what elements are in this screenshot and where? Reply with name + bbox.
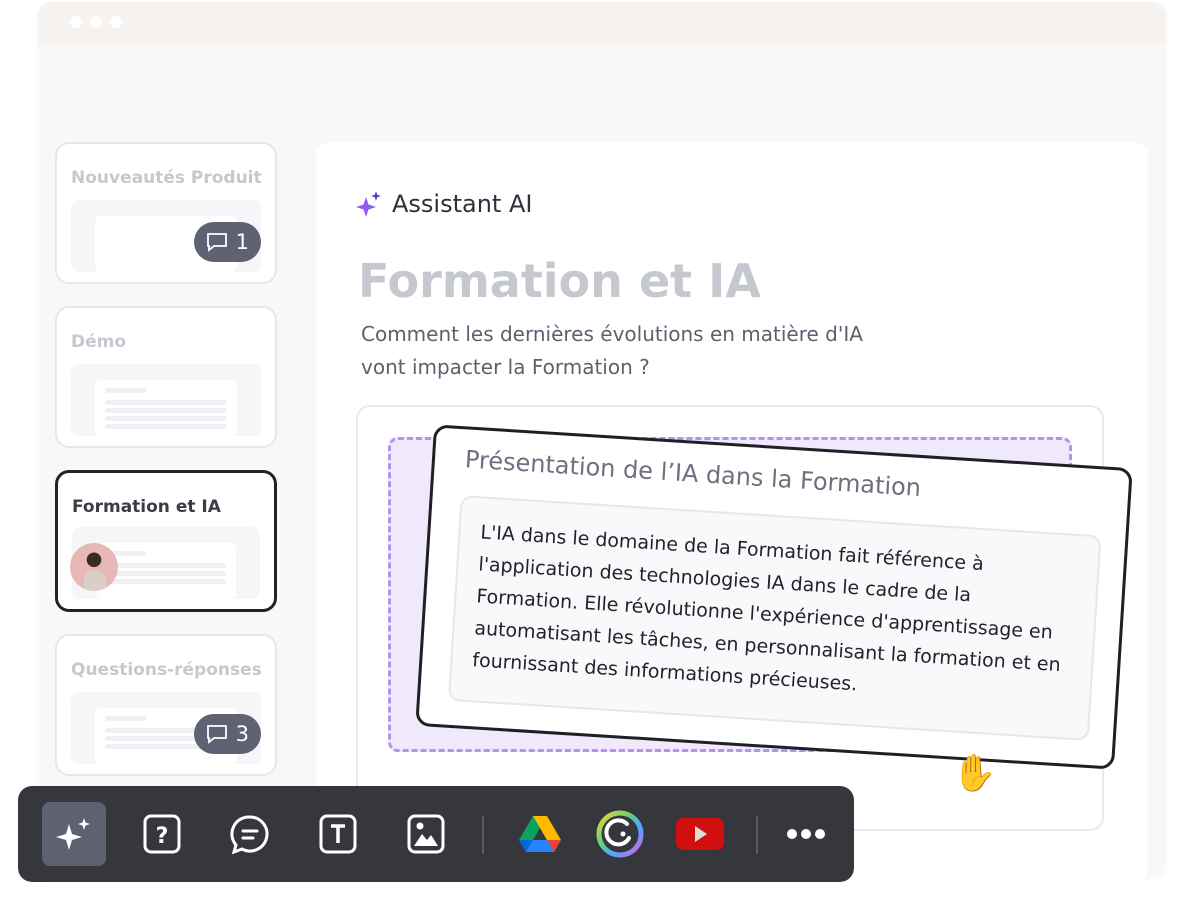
- chat-button[interactable]: [218, 802, 282, 866]
- slide-thumbnail-demo[interactable]: Démo: [55, 306, 277, 448]
- comment-badge[interactable]: 1: [193, 222, 261, 262]
- slide-title[interactable]: Formation et IA: [358, 254, 761, 308]
- comment-icon: [206, 233, 227, 252]
- youtube-icon: [676, 818, 724, 850]
- svg-text:?: ?: [156, 824, 169, 849]
- app-circle-icon: [596, 810, 644, 858]
- slide-subtitle[interactable]: Comment les dernières évolutions en mati…: [361, 318, 921, 384]
- comment-badge[interactable]: 3: [193, 714, 261, 754]
- ai-sparkle-icon: [56, 818, 90, 850]
- window-dot[interactable]: [110, 16, 122, 28]
- ai-sparkle-button[interactable]: [42, 802, 106, 866]
- image-button[interactable]: [394, 802, 458, 866]
- assistant-ai-header: Assistant AI: [356, 190, 532, 218]
- divider: [482, 816, 484, 854]
- slide-thumbnail-qa[interactable]: Questions-réponses 3: [55, 634, 277, 776]
- question-button[interactable]: ?: [130, 802, 194, 866]
- slide-thumbnail-formation[interactable]: Formation et IA: [55, 470, 277, 612]
- slide-thumbnail-nouveautes[interactable]: Nouveautés Produit 1: [55, 142, 277, 284]
- youtube-button[interactable]: [668, 802, 732, 866]
- window-dot[interactable]: [70, 16, 82, 28]
- toolbar: ?: [18, 786, 854, 882]
- window-dot[interactable]: [90, 16, 102, 28]
- google-drive-icon: [519, 816, 561, 852]
- app-circle-button[interactable]: [588, 802, 652, 866]
- comment-icon: [206, 725, 227, 744]
- image-icon: [407, 814, 445, 854]
- text-button[interactable]: [306, 802, 370, 866]
- text-icon: [319, 814, 357, 854]
- chat-icon: [230, 815, 269, 854]
- divider: [756, 816, 758, 854]
- more-icon: [787, 829, 825, 839]
- grab-cursor-icon: ✋: [952, 753, 997, 794]
- avatar: [70, 543, 118, 591]
- google-drive-button[interactable]: [508, 802, 572, 866]
- more-button[interactable]: [774, 802, 838, 866]
- title-bar: [38, 2, 1166, 44]
- sparkle-icon: [356, 191, 381, 217]
- ai-generated-card[interactable]: Présentation de l’IA dans la Formation L…: [415, 424, 1133, 770]
- question-icon: ?: [143, 814, 181, 854]
